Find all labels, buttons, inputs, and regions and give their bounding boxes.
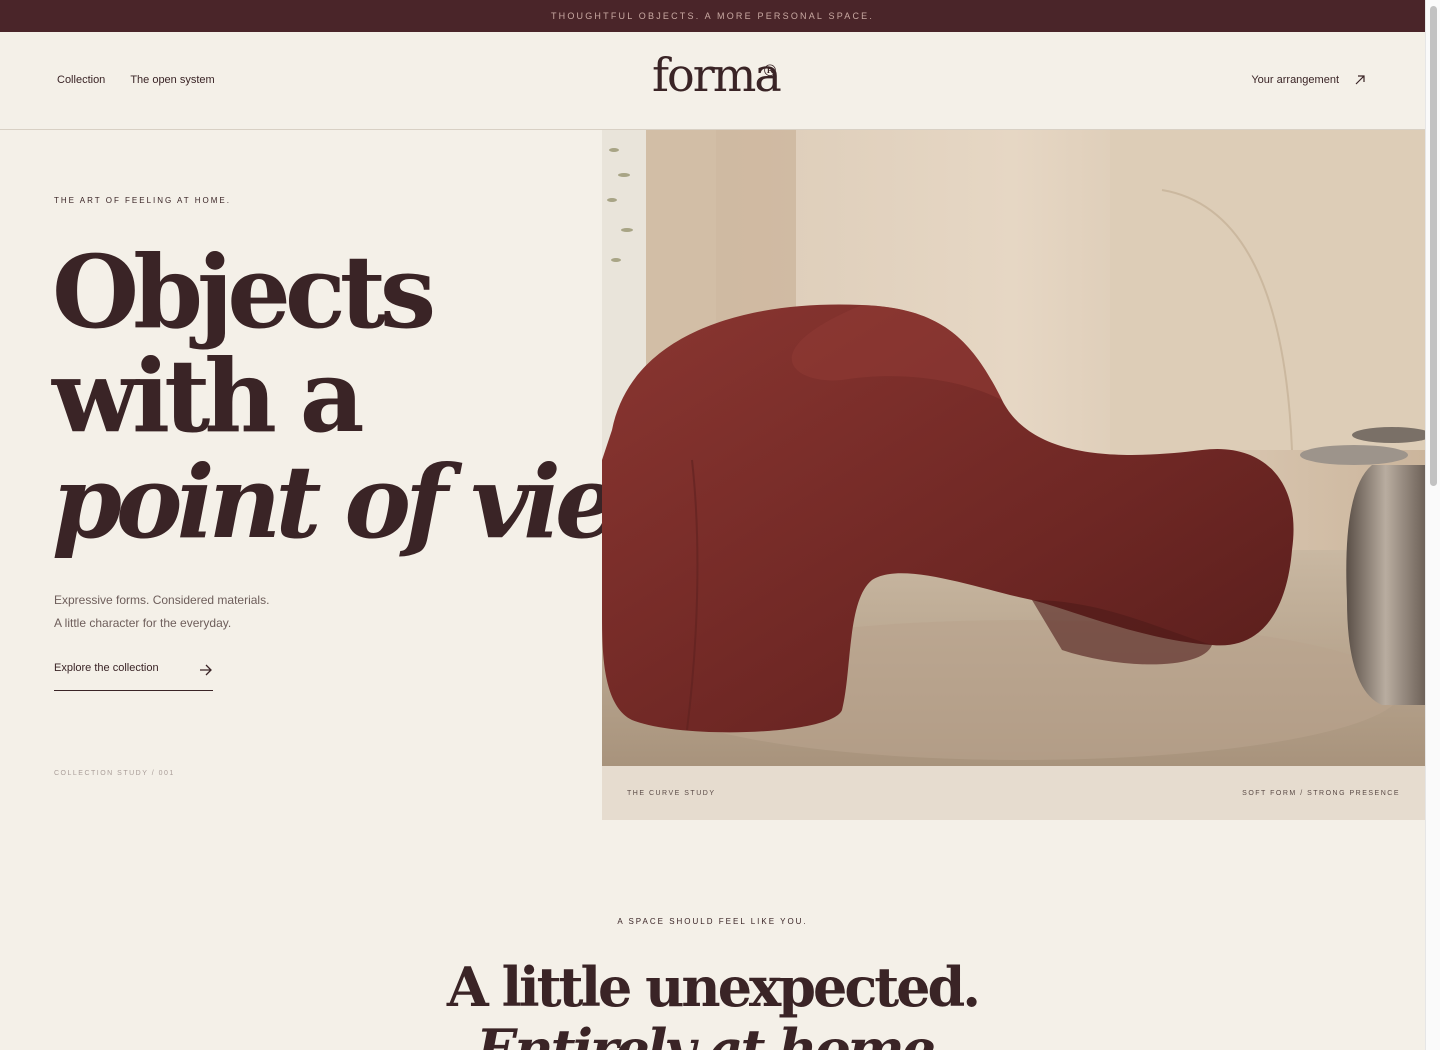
arrow-right-icon <box>200 664 212 676</box>
subtext-line-2: A little character for the everyday. <box>54 616 232 630</box>
nav-link-collection[interactable]: Collection <box>57 74 105 86</box>
subtext-line-1: Expressive forms. Considered materials. <box>54 593 270 607</box>
caption-right: SOFT FORM / STRONG PRESENCE <box>1242 789 1400 797</box>
registered-mark: ® <box>762 61 778 80</box>
hero-eyebrow: THE ART OF FEELING AT HOME. <box>54 196 231 205</box>
chair-illustration <box>602 130 1425 766</box>
arrow-up-right-icon <box>1355 75 1365 85</box>
site-header: Collection The open system forma ® Your … <box>0 32 1425 130</box>
page-scrollbar[interactable] <box>1425 0 1440 1050</box>
hero-image-chair <box>602 130 1425 766</box>
your-arrangement-label: Your arrangement <box>1251 74 1339 86</box>
explore-collection-button[interactable]: Explore the collection <box>54 662 213 691</box>
primary-nav: Collection The open system <box>57 74 215 86</box>
caption-left: THE CURVE STUDY <box>627 789 716 797</box>
scrollbar-thumb[interactable] <box>1430 6 1437 486</box>
announcement-bar: THOUGHTFUL OBJECTS. A MORE PERSONAL SPAC… <box>0 0 1425 32</box>
hero-caption-bar: THE CURVE STUDY SOFT FORM / STRONG PRESE… <box>602 766 1425 820</box>
cta-label: Explore the collection <box>54 662 159 674</box>
collection-study-code: COLLECTION STUDY / 001 <box>54 770 175 777</box>
section-title-line-1: A little unexpected. <box>446 955 981 1019</box>
section-eyebrow: A SPACE SHOULD FEEL LIKE YOU. <box>617 917 808 926</box>
section-title-line-2: Entirely at home. <box>476 1017 952 1050</box>
nav-link-open-system[interactable]: The open system <box>130 74 214 86</box>
section-title: A little unexpected. Entirely at home. <box>0 956 1425 1050</box>
your-arrangement-link[interactable]: Your arrangement <box>1251 74 1365 86</box>
brand-logo[interactable]: forma <box>652 52 782 98</box>
announcement-text: THOUGHTFUL OBJECTS. A MORE PERSONAL SPAC… <box>550 11 875 21</box>
hero-subtext: Expressive forms. Considered materials. … <box>54 589 269 635</box>
